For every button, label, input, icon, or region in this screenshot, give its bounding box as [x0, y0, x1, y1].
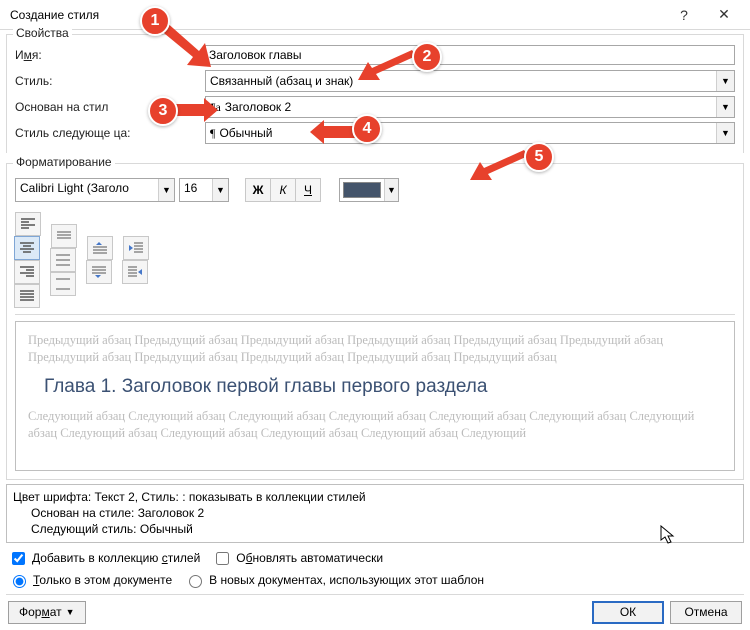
preview-pane: Предыдущий абзац Предыдущий абзац Предыд…: [15, 321, 735, 471]
bold-button[interactable]: Ж: [245, 178, 271, 202]
mouse-cursor-icon: [660, 525, 676, 545]
properties-legend: Свойства: [13, 26, 72, 40]
align-left-button[interactable]: [15, 212, 41, 236]
callout-4: 4: [352, 114, 382, 144]
indent-increase-button[interactable]: [122, 260, 148, 284]
close-button[interactable]: ✕: [704, 1, 744, 29]
font-size-dropdown[interactable]: 16 ▼: [179, 178, 229, 202]
add-to-collection-checkbox[interactable]: Добавить в коллекцию стилей: [8, 549, 200, 568]
chevron-down-icon: ▼: [716, 97, 734, 117]
chevron-down-icon: ▼: [212, 179, 228, 201]
preview-heading: Глава 1. Заголовок первой главы первого …: [44, 376, 722, 398]
callout-1: 1: [140, 6, 170, 36]
font-color-dropdown[interactable]: ▼: [339, 178, 399, 202]
line-spacing-15-button[interactable]: [50, 248, 76, 272]
chevron-down-icon: ▼: [716, 71, 734, 91]
next-style-dropdown[interactable]: ¶Обычный ▼: [205, 122, 735, 144]
dialog-title: Создание стиля: [6, 8, 664, 22]
align-right-button[interactable]: [14, 260, 40, 284]
name-input[interactable]: [205, 45, 735, 65]
style-label: Стиль:: [15, 74, 205, 88]
new-docs-radio[interactable]: В новых документах, использующих этот ша…: [184, 572, 484, 588]
line-spacing-1-button[interactable]: [51, 224, 77, 248]
only-this-doc-radio[interactable]: Только в этом документе: [8, 572, 172, 588]
underline-button[interactable]: Ч: [295, 178, 321, 202]
chevron-down-icon: ▼: [158, 179, 174, 201]
based-on-dropdown[interactable]: ¶aЗаголовок 2 ▼: [205, 96, 735, 118]
space-before-dec-button[interactable]: [86, 260, 112, 284]
next-style-label: Стиль следующе ца:: [15, 126, 205, 140]
style-dropdown[interactable]: Связанный (абзац и знак) ▼: [205, 70, 735, 92]
indent-decrease-button[interactable]: [123, 236, 149, 260]
font-dropdown[interactable]: Calibri Light (Заголо ▼: [15, 178, 175, 202]
chevron-down-icon: ▼: [716, 123, 734, 143]
line-spacing-2-button[interactable]: [50, 272, 76, 296]
format-button[interactable]: Формат ▼: [8, 601, 86, 624]
auto-update-checkbox[interactable]: Обновлять автоматически: [212, 549, 383, 568]
chevron-down-icon: ▼: [384, 179, 398, 201]
space-before-inc-button[interactable]: [87, 236, 113, 260]
callout-3: 3: [148, 96, 178, 126]
italic-button[interactable]: К: [270, 178, 296, 202]
style-description: Цвет шрифта: Текст 2, Стиль: : показыват…: [6, 484, 744, 543]
align-justify-button[interactable]: [14, 284, 40, 308]
callout-5: 5: [524, 142, 554, 172]
formatting-legend: Форматирование: [13, 155, 115, 169]
help-button[interactable]: ?: [664, 1, 704, 29]
align-center-button[interactable]: [14, 236, 40, 260]
cancel-button[interactable]: Отмена: [670, 601, 742, 624]
color-swatch: [343, 182, 381, 198]
callout-2: 2: [412, 42, 442, 72]
ok-button[interactable]: ОК: [592, 601, 664, 624]
